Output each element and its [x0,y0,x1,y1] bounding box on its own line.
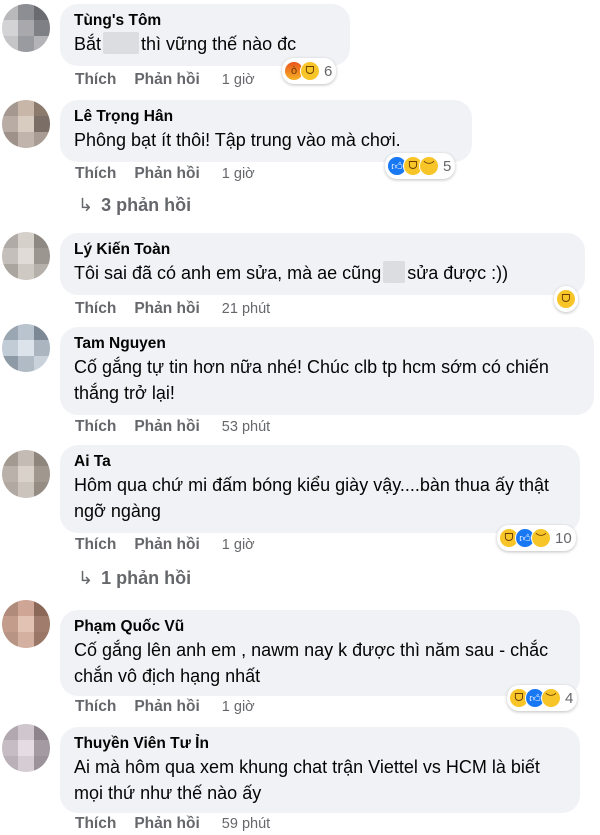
comment-actions: Thích Phản hồi 1 giờ [75,165,255,183]
comment-text: Tôi sai đã có anh em sửa, mà ae cũng sửa … [74,260,571,286]
comment-actions: Thích Phản hồi 1 giờ [75,71,255,89]
avatar[interactable] [2,324,50,372]
sad-icon: ︶ [541,688,561,708]
like-button[interactable]: Thích [75,300,116,317]
comment-bubble: Thuyền Viên Tư Ỉn Ai mà hôm qua xem khun… [60,727,580,813]
sad-icon: ︶ [531,528,551,548]
reply-button[interactable]: Phản hồi [134,300,199,317]
reply-button[interactable]: Phản hồi [134,71,199,88]
comment-text: Hôm qua chứ mi đấm bóng kiểu giày vậy...… [74,475,549,521]
replies-count-label: 1 phản hồi [101,568,192,588]
comment-bubble: Tùng's Tôm Bắt thì vững thế nào đc [60,4,350,66]
view-replies-link[interactable]: ↳ 3 phản hồi [78,195,191,216]
view-replies-link[interactable]: ↳ 1 phản hồi [78,568,191,589]
comment-text-part: Bắt [74,34,102,54]
comment-timestamp[interactable]: 1 giờ [222,72,255,88]
comment-actions: Thích Phản hồi 1 giờ [75,536,255,554]
replies-count-label: 3 phản hồi [101,195,192,215]
haha-icon: ᗜ [556,289,576,309]
reaction-summary[interactable]: ᗜ 👍︎ ︶ 10 [497,525,576,551]
reply-arrow-icon: ↳ [78,195,94,215]
avatar[interactable] [2,450,50,498]
reaction-summary[interactable]: ᗜ 👍︎ ︶ 4 [507,685,578,711]
like-button[interactable]: Thích [75,536,116,553]
sad-icon: ︶ [419,156,439,176]
comment-text: Cố gắng tự tin hơn nữa nhé! Chúc clb tp … [74,357,549,403]
comment-actions: Thích Phản hồi 53 phút [75,418,270,436]
avatar[interactable] [2,232,50,280]
reply-button[interactable]: Phản hồi [134,815,199,832]
reply-button[interactable]: Phản hồi [134,418,199,435]
comment-timestamp[interactable]: 1 giờ [222,537,255,553]
comment-timestamp[interactable]: 53 phút [222,419,270,435]
comment-timestamp[interactable]: 59 phút [222,816,270,832]
comment-text: Phông bạt ít thôi! Tập trung vào mà chơi… [74,130,401,150]
like-button[interactable]: Thích [75,71,116,88]
reaction-summary[interactable]: 👍︎ ᗜ ︶ 5 [385,153,456,179]
censored-blur [103,32,140,54]
comment-text-part: sửa được :)) [407,263,509,283]
comment-bubble: Lý Kiến Toàn Tôi sai đã có anh em sửa, m… [60,233,585,295]
avatar[interactable] [2,100,50,148]
reply-button[interactable]: Phản hồi [134,165,199,182]
comment-actions: Thích Phản hồi 21 phút [75,300,270,318]
like-button[interactable]: Thích [75,418,116,435]
reply-button[interactable]: Phản hồi [134,536,199,553]
comment-text: Ai mà hôm qua xem khung chat trận Viette… [74,757,540,803]
reaction-summary[interactable]: ò ᗜ 6 [282,58,337,84]
censored-blur [383,261,406,283]
avatar[interactable] [2,4,50,52]
like-button[interactable]: Thích [75,815,116,832]
avatar[interactable] [2,600,50,648]
comment-author[interactable]: Phạm Quốc Vũ [74,617,566,637]
comment-author[interactable]: Tùng's Tôm [74,11,336,31]
comment-timestamp[interactable]: 1 giờ [222,166,255,182]
reaction-summary[interactable]: ᗜ [554,286,578,312]
comment-author[interactable]: Lê Trọng Hân [74,107,458,127]
reaction-count: 4 [565,689,574,707]
comment-text: Bắt thì vững thế nào đc [74,31,336,57]
comment-author[interactable]: Thuyền Viên Tư Ỉn [74,734,566,754]
comment-bubble: Tam Nguyen Cố gắng tự tin hơn nữa nhé! C… [60,327,594,415]
reaction-count: 10 [555,529,572,547]
comment-author[interactable]: Ai Ta [74,452,566,472]
comment-bubble: Ai Ta Hôm qua chứ mi đấm bóng kiểu giày … [60,445,580,533]
comment-actions: Thích Phản hồi 1 giờ [75,698,255,716]
comment-timestamp[interactable]: 21 phút [222,301,270,317]
like-button[interactable]: Thích [75,698,116,715]
reply-arrow-icon: ↳ [78,568,94,588]
avatar[interactable] [2,724,50,772]
like-button[interactable]: Thích [75,165,116,182]
comment-text-part: Tôi sai đã có anh em sửa, mà ae cũng [74,263,382,283]
comment-actions: Thích Phản hồi 59 phút [75,815,270,833]
comment-timestamp[interactable]: 1 giờ [222,699,255,715]
reply-button[interactable]: Phản hồi [134,698,199,715]
reaction-count: 6 [324,62,333,80]
comment-bubble: Phạm Quốc Vũ Cố gắng lên anh em , nawm n… [60,610,580,696]
reaction-count: 5 [443,157,452,175]
comment-author[interactable]: Lý Kiến Toàn [74,240,571,260]
comment-text-part: thì vững thế nào đc [141,34,297,54]
haha-icon: ᗜ [300,61,320,81]
comment-author[interactable]: Tam Nguyen [74,334,580,354]
comment-text: Cố gắng lên anh em , nawm nay k được thì… [74,640,549,686]
